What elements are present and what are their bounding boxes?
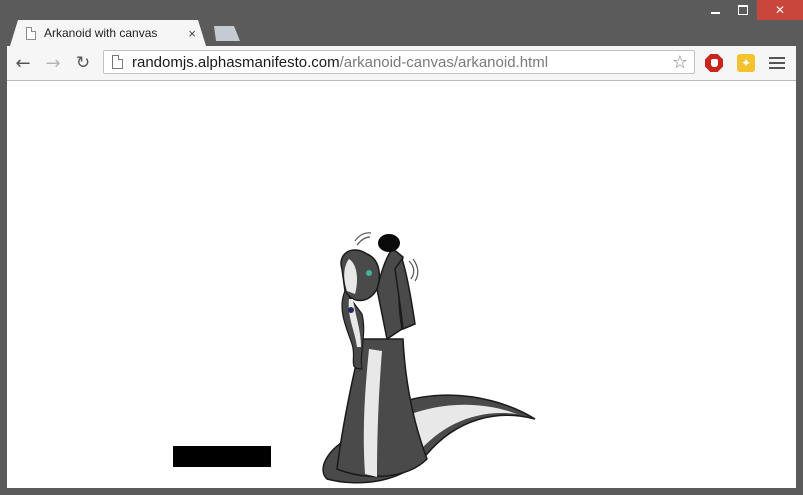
- extension-button[interactable]: ✦: [736, 53, 756, 73]
- maximize-icon: [738, 5, 748, 15]
- url-path: /arkanoid-canvas/arkanoid.html: [339, 53, 549, 71]
- adblock-icon: [705, 54, 723, 72]
- tab-close-icon[interactable]: ×: [188, 26, 196, 41]
- tab-strip: Arkanoid with canvas ×: [0, 18, 803, 46]
- forward-button[interactable]: →: [41, 52, 65, 74]
- new-tab-button[interactable]: [214, 26, 240, 41]
- back-button[interactable]: ←: [11, 52, 35, 74]
- menu-line: [769, 57, 785, 59]
- skunk-mascot-image: [322, 232, 536, 484]
- minimize-icon: [710, 12, 720, 14]
- minimize-button[interactable]: [701, 0, 729, 20]
- menu-line: [769, 67, 785, 69]
- page-icon: [26, 26, 36, 40]
- game-paddle[interactable]: [173, 446, 271, 467]
- hamburger-menu-icon[interactable]: [769, 54, 785, 72]
- page-viewport: [7, 81, 796, 488]
- bookmark-star-icon[interactable]: ☆: [672, 52, 688, 73]
- menu-line: [769, 62, 785, 64]
- adblock-extension-button[interactable]: [704, 53, 724, 73]
- hand-glyph: [710, 59, 718, 67]
- tab-arkanoid[interactable]: Arkanoid with canvas ×: [10, 20, 206, 46]
- close-icon: ✕: [774, 3, 786, 17]
- address-bar[interactable]: randomjs.alphasmanifesto.com/arkanoid-ca…: [103, 50, 695, 74]
- url-text[interactable]: randomjs.alphasmanifesto.com/arkanoid-ca…: [132, 54, 672, 71]
- url-host: randomjs.alphasmanifesto.com: [132, 53, 340, 71]
- tab-title: Arkanoid with canvas: [44, 26, 158, 40]
- close-window-button[interactable]: ✕: [757, 0, 803, 20]
- toolbar: ← → ↻ randomjs.alphasmanifesto.com/arkan…: [7, 46, 796, 81]
- extension-icon: ✦: [737, 54, 755, 72]
- maximize-button[interactable]: [729, 0, 757, 20]
- page-icon: [112, 55, 123, 69]
- reload-button[interactable]: ↻: [71, 52, 95, 74]
- browser-window: ✕ Arkanoid with canvas × ← → ↻ randomjs.…: [0, 0, 803, 495]
